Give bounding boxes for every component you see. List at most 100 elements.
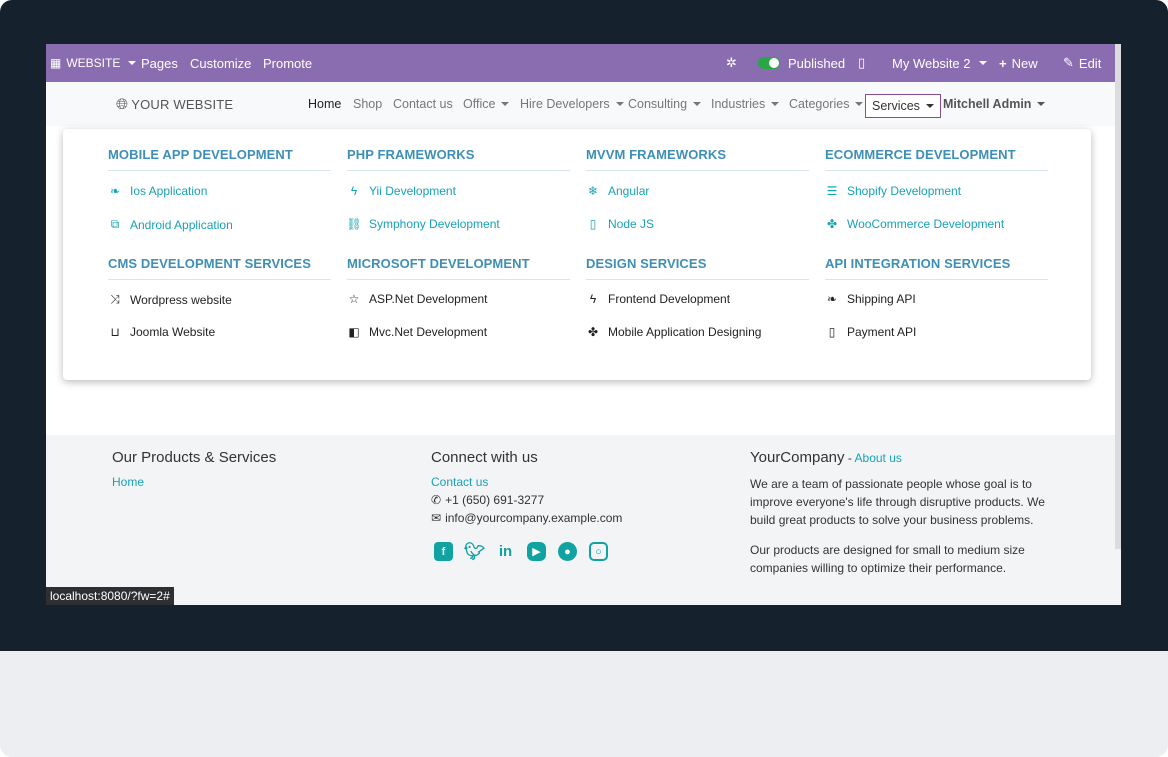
instagram-icon[interactable]: ○	[589, 542, 608, 561]
globe-icon: 🌐︎	[116, 95, 129, 113]
chevron-down-icon	[1037, 102, 1046, 106]
nav-shop-label: Shop	[353, 97, 383, 111]
browser-viewport: ▦ WEBSITE Pages Customize Promote ✲ Publ…	[46, 44, 1121, 605]
website-switcher[interactable]: My Website 2	[892, 44, 987, 82]
menu-item[interactable]: ❧ Shipping API	[825, 292, 916, 306]
github-icon[interactable]: ●	[558, 542, 577, 561]
nav-industries[interactable]: Industries	[711, 82, 780, 126]
nav-home[interactable]: Home	[308, 82, 341, 126]
menu-item[interactable]: ϟ Yii Development	[347, 184, 456, 198]
twitter-icon[interactable]: 🐦︎	[464, 542, 486, 561]
vertical-scrollbar[interactable]	[1115, 44, 1121, 549]
menu-item[interactable]: ✤ WooCommerce Development	[825, 217, 1004, 231]
nav-hire-label: Hire Developers	[520, 97, 610, 111]
apps-grid-icon: ▦	[50, 56, 62, 70]
menu-item[interactable]: ❄ Angular	[586, 184, 649, 198]
youtube-icon[interactable]: ▶	[527, 542, 546, 561]
nav-contact[interactable]: Contact us	[393, 82, 453, 126]
menu-heading: CMS DEVELOPMENT SERVICES	[108, 256, 331, 280]
menu-item[interactable]: ✤ Mobile Application Designing	[586, 325, 761, 339]
mobile-preview-button[interactable]: ▯	[858, 44, 865, 82]
chevron-down-icon	[771, 102, 780, 106]
pages-menu[interactable]: Pages	[141, 44, 178, 82]
nav-services[interactable]: Services	[865, 94, 941, 118]
footer-email: ✉ info@yourcompany.example.com	[431, 511, 622, 525]
nav-consulting[interactable]: Consulting	[628, 82, 702, 126]
menu-item[interactable]: ⛓ Symphony Development	[346, 217, 499, 231]
menu-item-label: WooCommerce Development	[847, 217, 1005, 231]
monitor-stand	[0, 651, 1168, 757]
debug-button[interactable]: ✲	[726, 44, 737, 82]
menu-item-label: Ios Application	[130, 184, 208, 198]
menu-item[interactable]: ❧ Ios Application	[108, 184, 207, 198]
connect-heading: Connect with us	[431, 449, 538, 466]
menu-heading: MICROSOFT DEVELOPMENT	[347, 256, 570, 280]
nav-hire-developers[interactable]: Hire Developers	[520, 82, 624, 126]
menu-item-label: Node JS	[608, 217, 655, 231]
menu-item[interactable]: ◧ Mvc.Net Development	[347, 325, 487, 339]
promote-menu[interactable]: Promote	[263, 44, 312, 82]
menu-item[interactable]: ⤨ Wordpress website	[108, 292, 232, 307]
publish-toggle[interactable]: Published	[758, 44, 845, 82]
chevron-down-icon	[855, 102, 864, 106]
nav-categories[interactable]: Categories	[789, 82, 864, 126]
phone-text: +1 (650) 691-3277	[445, 493, 545, 507]
customize-label: Customize	[190, 55, 252, 71]
footer-contact-link[interactable]: Contact us	[431, 475, 488, 489]
new-button[interactable]: + New	[999, 44, 1038, 82]
tablet-icon: ▯	[828, 325, 836, 339]
user-menu[interactable]: Mitchell Admin	[943, 82, 1046, 126]
nav-home-label: Home	[308, 97, 342, 111]
edit-button[interactable]: ✎ Edit	[1063, 44, 1101, 82]
phone-icon: ✆	[431, 493, 442, 507]
chevron-down-icon	[128, 61, 137, 65]
menu-item[interactable]: ϟ Frontend Development	[586, 292, 730, 306]
menu-item[interactable]: ▯ Node JS	[586, 217, 654, 231]
menu-item[interactable]: ⊔ Joomla Website	[108, 325, 215, 339]
menu-item-label: Android Application	[130, 217, 233, 232]
menu-item-label: Mobile Application Designing	[608, 325, 762, 339]
footer-home-link[interactable]: Home	[112, 475, 144, 489]
company-name: YourCompany	[750, 449, 845, 466]
puzzle-icon: ✤	[587, 325, 599, 339]
products-heading: Our Products & Services	[112, 449, 277, 466]
envelope-icon: ✉	[431, 511, 442, 525]
nav-services-label: Services	[872, 99, 920, 113]
leaf-icon: ❧	[826, 292, 838, 306]
brand-text: YOUR WEBSITE	[131, 96, 234, 112]
menu-item[interactable]: ☆ ASP.Net Development	[347, 292, 488, 306]
website-menu[interactable]: ▦ WEBSITE	[50, 44, 137, 82]
puzzle-icon: ✤	[826, 217, 838, 231]
linkedin-icon[interactable]: in	[496, 542, 515, 561]
menu-item[interactable]: ⧉ Android Application	[108, 217, 233, 232]
sliders-icon: ☰	[826, 184, 838, 198]
chevron-down-icon	[925, 104, 934, 108]
services-mega-menu: MOBILE APP DEVELOPMENT ❧ Ios Application …	[63, 129, 1091, 380]
chevron-down-icon	[978, 61, 987, 65]
menu-heading: ECOMMERCE DEVELOPMENT	[825, 147, 1048, 171]
menu-item-label: Shipping API	[847, 292, 916, 306]
facebook-icon[interactable]: f	[434, 542, 453, 561]
menu-item[interactable]: ▯ Payment API	[825, 325, 917, 339]
website-menu-label: WEBSITE	[66, 56, 121, 70]
nav-contact-label: Contact us	[393, 97, 453, 111]
nav-shop[interactable]: Shop	[353, 82, 382, 126]
menu-item-label: Yii Development	[369, 184, 456, 198]
admin-bar: ▦ WEBSITE Pages Customize Promote ✲ Publ…	[46, 44, 1121, 82]
plus-icon: +	[999, 55, 1007, 71]
about-us-link[interactable]: About us	[855, 451, 902, 465]
menu-item[interactable]: ☰ Shopify Development	[825, 184, 961, 198]
menu-item-label: Frontend Development	[608, 292, 731, 306]
pages-label: Pages	[141, 55, 178, 71]
pencil-icon: ✎	[1063, 55, 1074, 70]
customize-menu[interactable]: Customize	[190, 44, 251, 82]
nav-office[interactable]: Office	[463, 82, 510, 126]
status-bar-url: localhost:8080/?fw=2#	[46, 587, 174, 605]
chain-icon: ⛓	[346, 217, 362, 231]
site-footer: Our Products & Services Home Connect wit…	[46, 435, 1121, 605]
nav-categories-label: Categories	[789, 97, 850, 111]
site-logo[interactable]: 🌐︎ YOUR WEBSITE	[116, 82, 233, 126]
menu-item-label: Joomla Website	[130, 325, 216, 339]
menu-item-label: Payment API	[847, 325, 917, 339]
chevron-down-icon	[501, 102, 510, 106]
